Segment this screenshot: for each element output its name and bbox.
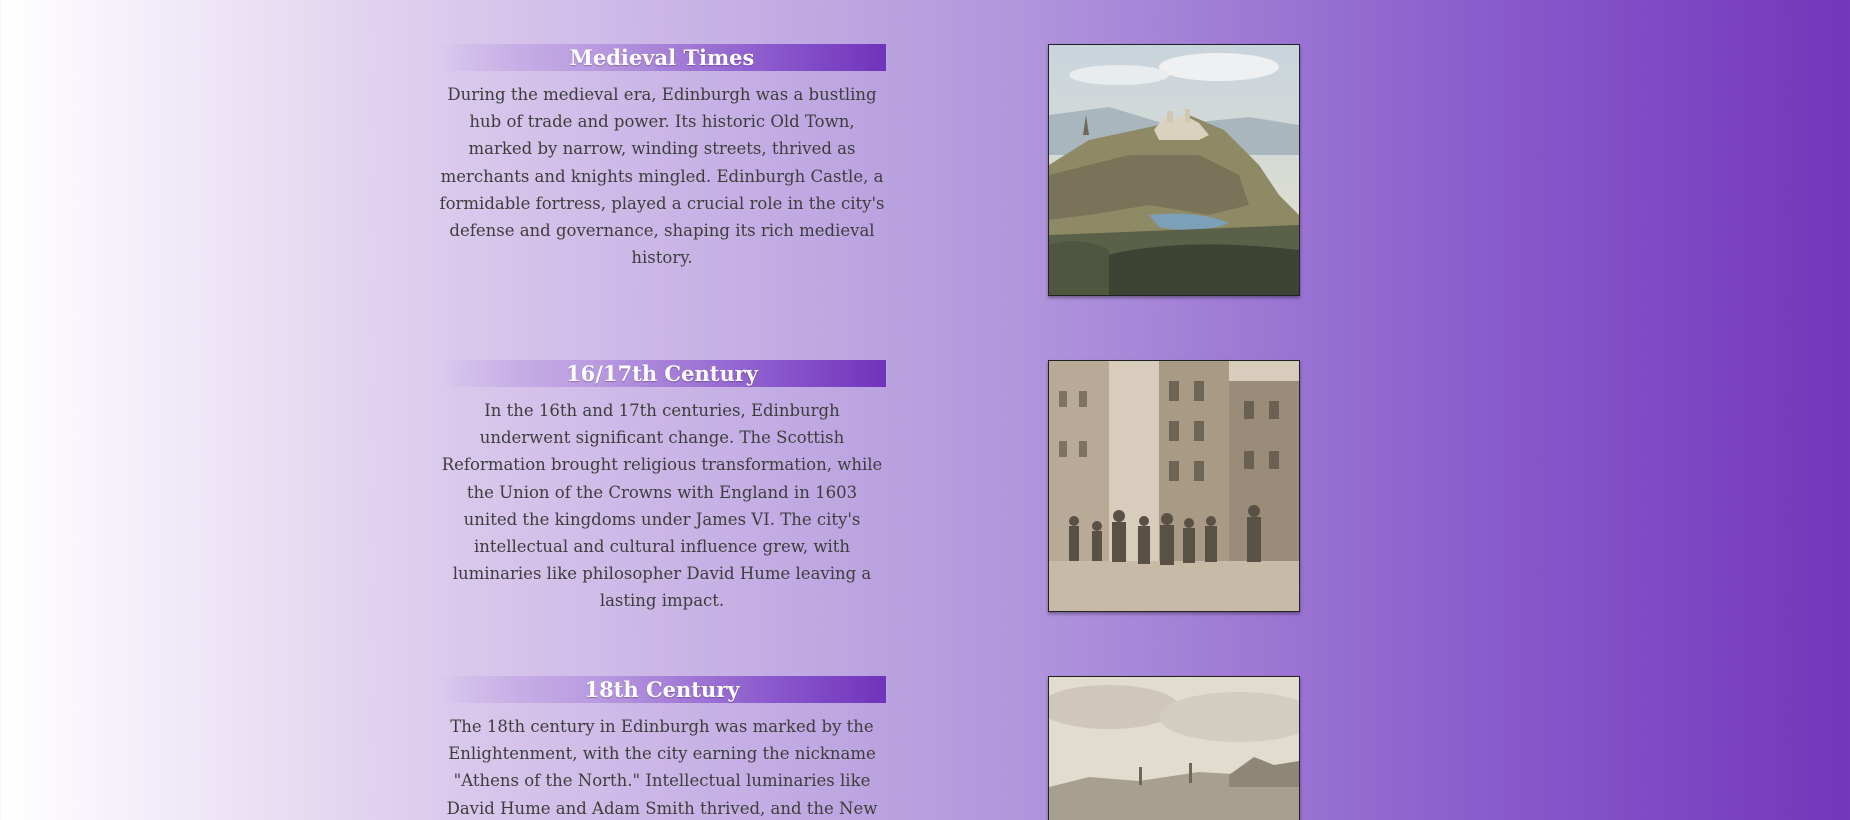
section-description: The 18th century in Edinburgh was marked… xyxy=(446,717,878,818)
history-page: Medieval Times During the medieval era, … xyxy=(0,0,1850,820)
section-text-column: 16/17th Century In the 16th and 17th cen… xyxy=(438,360,886,615)
section-heading: 16/17th Century xyxy=(438,360,886,387)
section-heading: 18th Century xyxy=(438,676,886,703)
section-heading: Medieval Times xyxy=(438,44,886,71)
medieval-edinburgh-illustration xyxy=(1048,44,1300,296)
section-text-column: 18th Century The 18th century in Edinbur… xyxy=(438,676,886,820)
section-text-column: Medieval Times During the medieval era, … xyxy=(438,44,886,271)
section-description: During the medieval era, Edinburgh was a… xyxy=(439,85,885,268)
new-town-landscape-engraving xyxy=(1048,676,1300,820)
street-scene-engraving xyxy=(1048,360,1300,612)
section-description: In the 16th and 17th centuries, Edinburg… xyxy=(441,401,883,611)
